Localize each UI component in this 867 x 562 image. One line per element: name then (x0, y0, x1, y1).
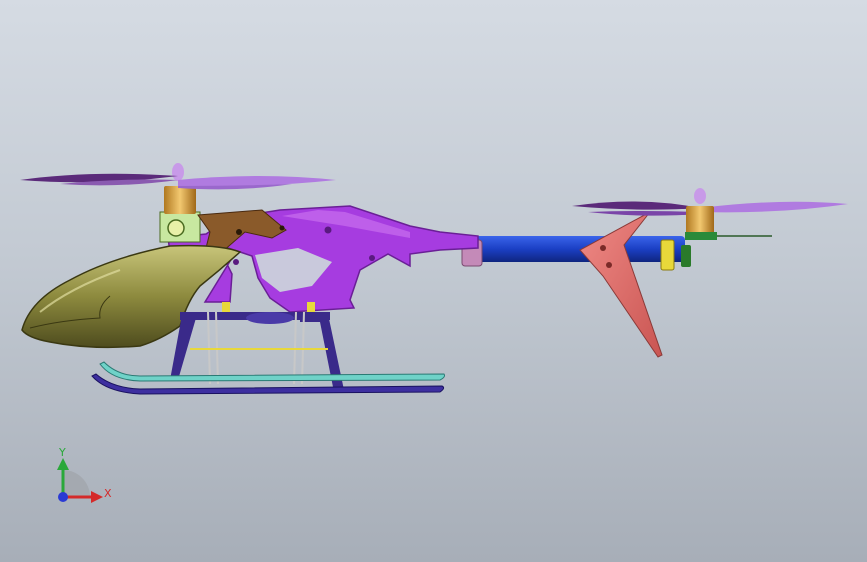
skids (91, 361, 445, 395)
tail-boom (461, 236, 685, 267)
canopy (21, 244, 242, 349)
y-axis-label: Y (58, 446, 66, 459)
cad-viewport[interactable]: Y X (0, 0, 867, 562)
helicopter-model[interactable]: Y X (0, 0, 867, 562)
tail-fin (579, 211, 663, 358)
x-axis-label: X (104, 487, 112, 500)
coordinate-axes-icon: Y X (57, 446, 112, 503)
